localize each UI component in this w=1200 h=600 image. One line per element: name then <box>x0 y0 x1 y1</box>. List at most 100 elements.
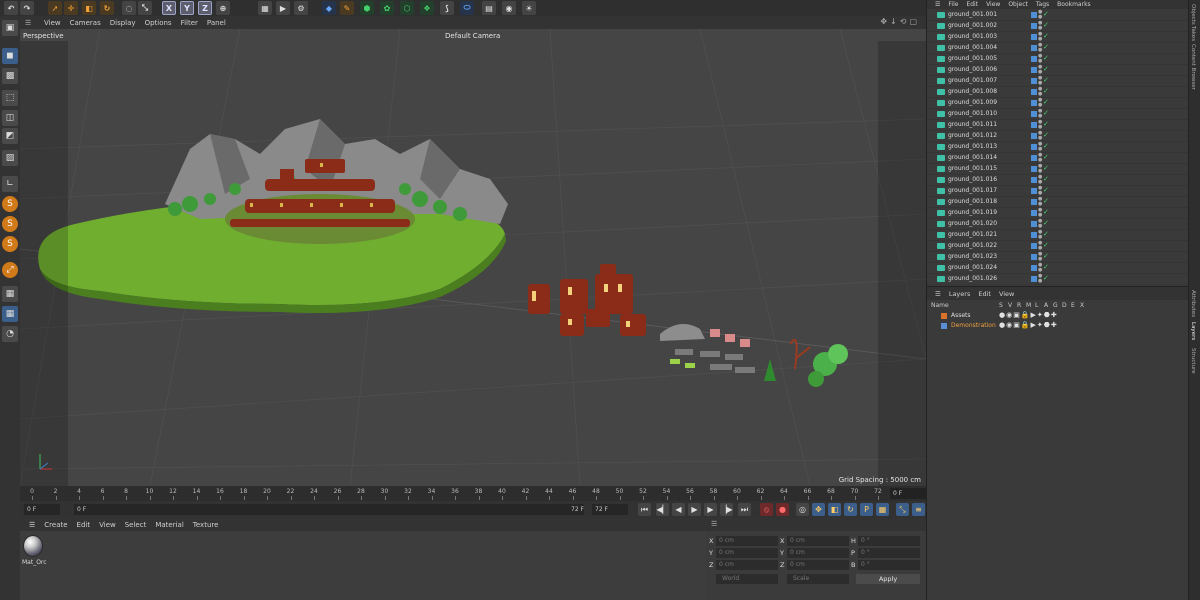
layer-toggle-icons[interactable]: ●◉▣🔒▶✦⬣✚ <box>999 311 1058 319</box>
scale-tool-icon[interactable]: ◧ <box>82 1 96 15</box>
layer-tag-icon[interactable] <box>1031 111 1037 117</box>
enabled-check-icon[interactable]: ✓ <box>1043 131 1049 139</box>
object-name[interactable]: ground_001.020 <box>948 220 997 227</box>
object-row[interactable]: ground_001.024 ● ● ✓ <box>927 263 1189 274</box>
object-menu-bookmarks[interactable]: Bookmarks <box>1057 1 1091 8</box>
mograph-icon[interactable]: ⬡ <box>400 1 414 15</box>
visibility-dots-icon[interactable]: ● ● <box>1038 142 1042 152</box>
layer-tag-icon[interactable] <box>1031 221 1037 227</box>
object-name[interactable]: ground_001.006 <box>948 66 997 73</box>
layer-color-swatch[interactable] <box>941 313 947 319</box>
enabled-check-icon[interactable]: ✓ <box>1043 219 1049 227</box>
object-row[interactable]: ground_001.011 ● ● ✓ <box>927 120 1189 131</box>
visibility-dots-icon[interactable]: ● ● <box>1038 10 1042 20</box>
layer-tag-icon[interactable] <box>1031 166 1037 172</box>
enabled-check-icon[interactable]: ✓ <box>1043 65 1049 73</box>
object-row[interactable]: ground_001.026 ● ● ✓ <box>927 274 1189 285</box>
visibility-dots-icon[interactable]: ● ● <box>1038 241 1042 251</box>
enabled-check-icon[interactable]: ✓ <box>1043 263 1049 271</box>
size-y-field[interactable]: 0 cm <box>787 548 849 558</box>
planar-workplane-icon[interactable]: ▦ <box>2 306 18 322</box>
object-menu-view[interactable]: View <box>986 1 1000 8</box>
size-z-field[interactable]: 0 cm <box>787 560 849 570</box>
enabled-check-icon[interactable]: ✓ <box>1043 10 1049 18</box>
visibility-dots-icon[interactable]: ● ● <box>1038 219 1042 229</box>
object-name[interactable]: ground_001.019 <box>948 209 997 216</box>
position-z-field[interactable]: 0 cm <box>716 560 778 570</box>
enabled-check-icon[interactable]: ✓ <box>1043 197 1049 205</box>
layer-menu-layers[interactable]: Layers <box>949 290 971 298</box>
keyframe-selection-icon[interactable]: ◎ <box>796 503 809 516</box>
object-name[interactable]: ground_001.013 <box>948 143 997 150</box>
visibility-dots-icon[interactable]: ● ● <box>1038 76 1042 86</box>
timeline-ruler[interactable]: 0 F 0 2 4 6 8 10 12 14 16 18 20 22 24 26 28 30 32 34 36 38 4… <box>20 486 926 501</box>
previous-key-icon[interactable]: ◀▏ <box>656 503 669 516</box>
visibility-dots-icon[interactable]: ● ● <box>1038 175 1042 185</box>
cloner-icon[interactable]: ❖ <box>420 1 434 15</box>
next-key-icon[interactable]: ▕▶ <box>720 503 733 516</box>
viewport-camera[interactable]: Default Camera <box>445 32 500 40</box>
layer-menu-edit[interactable]: Edit <box>978 290 991 298</box>
object-name[interactable]: ground_001.001 <box>948 11 997 18</box>
render-region-icon[interactable]: ▦ <box>258 1 272 15</box>
object-name[interactable]: ground_001.014 <box>948 154 997 161</box>
coordinate-system-icon[interactable]: ⊕ <box>216 1 230 15</box>
tab-attributes[interactable]: Attributes <box>1190 290 1196 317</box>
render-settings-icon[interactable]: ⚙ <box>294 1 308 15</box>
visibility-dots-icon[interactable]: ● ● <box>1038 32 1042 42</box>
object-row[interactable]: ground_001.007 ● ● ✓ <box>927 76 1189 87</box>
locked-workplane-icon[interactable]: ⤢ <box>2 262 18 278</box>
rotation-h-field[interactable]: 0 ° <box>858 536 920 546</box>
enabled-check-icon[interactable]: ✓ <box>1043 54 1049 62</box>
tab-takes[interactable]: Takes <box>1190 26 1196 41</box>
visibility-dots-icon[interactable]: ● ● <box>1038 263 1042 273</box>
go-to-start-icon[interactable]: ⏮ <box>638 503 651 516</box>
enabled-check-icon[interactable]: ✓ <box>1043 164 1049 172</box>
snap-settings-icon[interactable]: S <box>2 216 18 232</box>
size-x-field[interactable]: 0 cm <box>787 536 849 546</box>
layer-tag-icon[interactable] <box>1031 254 1037 260</box>
end-frame-field[interactable]: 72 F <box>592 504 628 515</box>
timeline-window-icon[interactable]: ⤡ <box>896 503 909 516</box>
axis-x-button[interactable]: X <box>162 1 176 15</box>
material-menu-icon[interactable]: ☰ <box>29 521 35 529</box>
layer-tag-icon[interactable] <box>1031 265 1037 271</box>
object-row[interactable]: ground_001.023 ● ● ✓ <box>927 252 1189 263</box>
object-row[interactable]: ground_001.020 ● ● ✓ <box>927 219 1189 230</box>
object-name[interactable]: ground_001.003 <box>948 33 997 40</box>
apply-button[interactable]: Apply <box>856 574 920 584</box>
viewport-menu-filter[interactable]: Filter <box>181 19 198 27</box>
start-frame-field[interactable]: 0 F <box>24 504 60 515</box>
object-menu-file[interactable]: File <box>948 1 958 8</box>
object-row[interactable]: ground_001.014 ● ● ✓ <box>927 153 1189 164</box>
object-name[interactable]: ground_001.026 <box>948 275 997 282</box>
visibility-dots-icon[interactable]: ● ● <box>1038 274 1042 284</box>
scale-key-icon[interactable]: ◧ <box>828 503 841 516</box>
axis-z-button[interactable]: Z <box>198 1 212 15</box>
pen-icon[interactable]: ✎ <box>340 1 354 15</box>
enabled-check-icon[interactable]: ✓ <box>1043 87 1049 95</box>
array-icon[interactable]: ✿ <box>380 1 394 15</box>
enabled-check-icon[interactable]: ✓ <box>1043 120 1049 128</box>
make-editable-icon[interactable]: ▣ <box>2 20 18 36</box>
edges-mode-icon[interactable]: ◫ <box>2 110 18 126</box>
parameter-key-icon[interactable]: P <box>860 503 873 516</box>
visibility-dots-icon[interactable]: ● ● <box>1038 186 1042 196</box>
visibility-dots-icon[interactable]: ● ● <box>1038 230 1042 240</box>
visibility-dots-icon[interactable]: ● ● <box>1038 164 1042 174</box>
object-row[interactable]: ground_001.016 ● ● ✓ <box>927 175 1189 186</box>
enabled-check-icon[interactable]: ✓ <box>1043 252 1049 260</box>
object-row[interactable]: ground_001.013 ● ● ✓ <box>927 142 1189 153</box>
object-row[interactable]: ground_001.004 ● ● ✓ <box>927 43 1189 54</box>
grid-icon[interactable]: ▤ <box>482 1 496 15</box>
object-row[interactable]: ground_001.001 ● ● ✓ <box>927 10 1189 21</box>
layer-tag-icon[interactable] <box>1031 89 1037 95</box>
object-name[interactable]: ground_001.016 <box>948 176 997 183</box>
enabled-check-icon[interactable]: ✓ <box>1043 142 1049 150</box>
snap-icon[interactable]: S <box>2 196 18 212</box>
object-row[interactable]: ground_001.019 ● ● ✓ <box>927 208 1189 219</box>
axis-mode-icon[interactable]: ∟ <box>2 176 18 192</box>
solo-icon[interactable]: ◔ <box>2 326 18 342</box>
camera-icon[interactable]: ◉ <box>502 1 516 15</box>
object-name[interactable]: ground_001.024 <box>948 264 997 271</box>
